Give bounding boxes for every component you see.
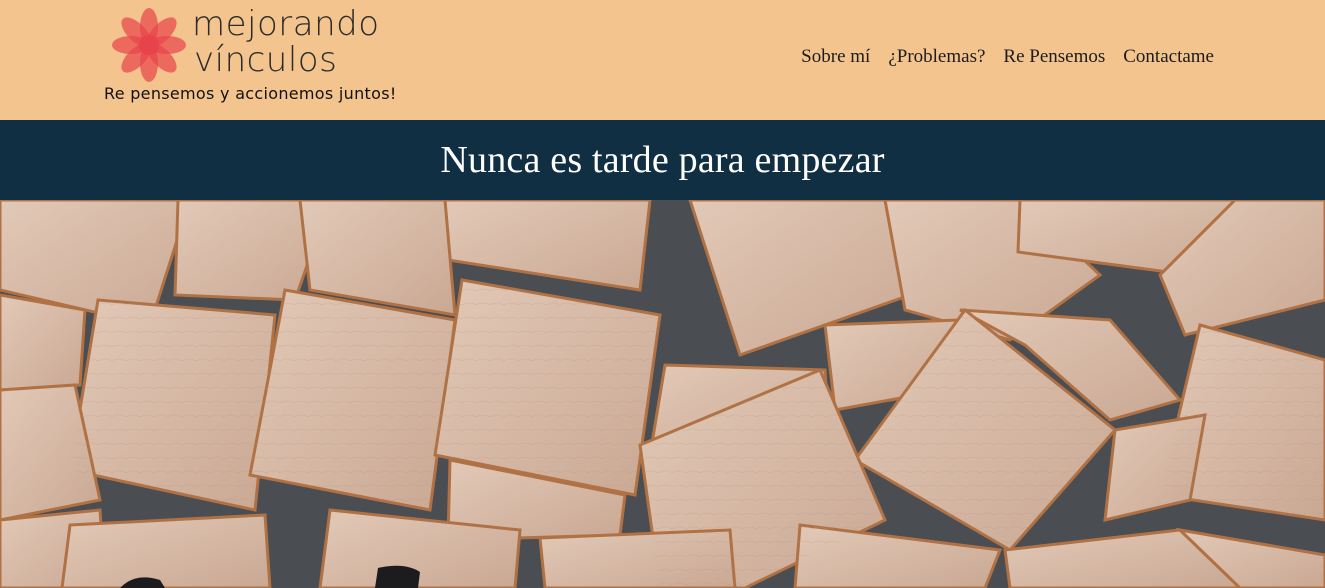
title-banner: Nunca es tarde para empezar <box>0 120 1325 200</box>
logo-wordmark: mejorando vínculos <box>192 6 380 78</box>
wooden-tiles-image <box>0 200 1325 588</box>
site-header: mejorando vínculos Re pensemos y accione… <box>0 0 1325 120</box>
nav-link-contactame[interactable]: Contactame <box>1123 46 1214 68</box>
page-title: Nunca es tarde para empezar <box>440 139 885 181</box>
main-nav: Sobre mí ¿Problemas? Re Pensemos Contact… <box>801 46 1214 68</box>
nav-link-re-pensemos[interactable]: Re Pensemos <box>1003 46 1105 68</box>
site-logo[interactable]: mejorando vínculos Re pensemos y accione… <box>104 6 424 116</box>
nav-link-problemas[interactable]: ¿Problemas? <box>888 46 985 68</box>
logo-tagline: Re pensemos y accionemos juntos! <box>104 84 397 103</box>
flower-logo-icon <box>112 8 186 82</box>
nav-link-sobre-mi[interactable]: Sobre mí <box>801 46 870 68</box>
logo-line-2: vínculos <box>194 40 338 80</box>
logo-line-1: mejorando <box>192 4 380 44</box>
hero-image <box>0 200 1325 588</box>
